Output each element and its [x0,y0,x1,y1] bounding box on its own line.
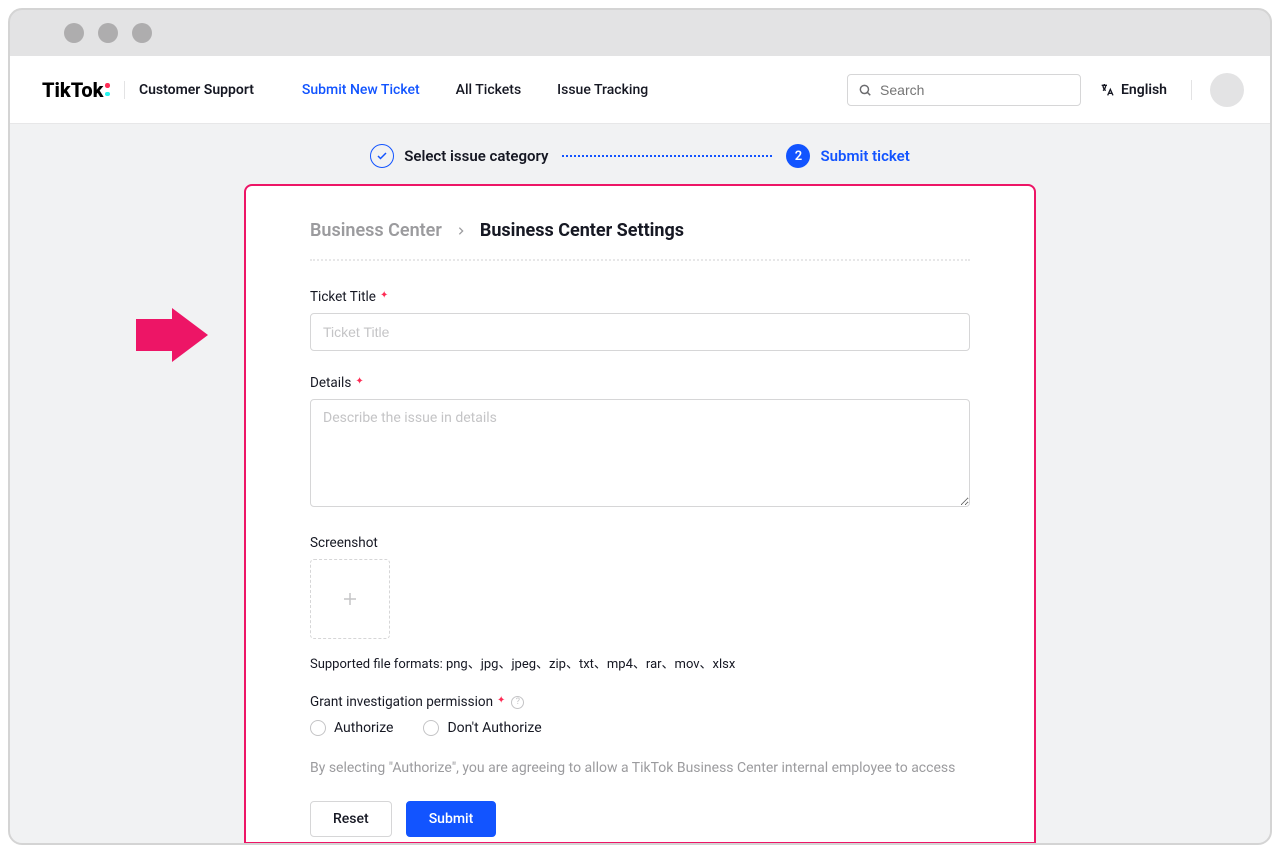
stepper: Select issue category 2 Submit ticket [10,124,1270,184]
radio-icon [310,720,326,736]
search-icon [858,83,872,97]
nav-subtitle: Customer Support [139,82,254,98]
step-1: Select issue category [370,144,548,168]
window-titlebar [10,10,1270,56]
ticket-form-panel: Business Center Business Center Settings… [244,184,1036,843]
nav-links: Submit New Ticket All Tickets Issue Trac… [302,82,648,98]
chevron-right-icon [456,221,466,240]
breadcrumb: Business Center Business Center Settings [310,220,970,261]
details-textarea[interactable] [310,399,970,507]
details-group: Details ✦ [310,375,970,511]
language-selector[interactable]: English [1099,82,1167,98]
required-icon: ✦ [355,376,363,387]
ticket-title-group: Ticket Title ✦ [310,289,970,351]
avatar[interactable] [1210,73,1244,107]
supported-formats-text: Supported file formats: png、jpg、jpeg、zip… [310,653,970,672]
top-navigation: TikTok Customer Support Submit New Ticke… [10,56,1270,124]
breadcrumb-current: Business Center Settings [480,220,684,241]
ticket-title-label: Ticket Title ✦ [310,289,970,305]
content-area: Select issue category 2 Submit ticket Bu… [10,124,1270,843]
submit-button[interactable]: Submit [406,801,497,837]
radio-icon [423,720,439,736]
ticket-title-input[interactable] [310,313,970,351]
screenshot-group: Screenshot Supported file formats: png、j… [310,535,970,672]
browser-window-frame: TikTok Customer Support Submit New Ticke… [8,8,1272,845]
radio-dont-authorize[interactable]: Don't Authorize [423,720,541,736]
search-box[interactable] [847,74,1081,106]
radio-authorize[interactable]: Authorize [310,720,393,736]
language-label: English [1121,82,1167,98]
nav-divider [124,81,125,99]
logo-colon-icon [105,83,110,96]
permission-info-text: By selecting "Authorize", you are agreei… [310,758,970,779]
stepper-connector [562,155,772,157]
window-minimize-dot[interactable] [98,23,118,43]
screenshot-label: Screenshot [310,535,970,551]
reset-button[interactable]: Reset [310,801,392,837]
logo-text: TikTok [42,78,103,102]
search-input[interactable] [880,82,1070,98]
nav-link-submit-new-ticket[interactable]: Submit New Ticket [302,82,420,98]
nav-right-group: English [847,73,1244,107]
step-1-label: Select issue category [404,147,548,165]
step-2: 2 Submit ticket [786,144,909,168]
lang-divider [1191,80,1192,100]
panel-wrap: Business Center Business Center Settings… [244,184,1036,843]
window-close-dot[interactable] [64,23,84,43]
permission-label: Grant investigation permission ✦ ? [310,694,970,710]
required-icon: ✦ [380,290,388,301]
details-label: Details ✦ [310,375,970,391]
highlight-arrow-icon [136,308,208,366]
upload-button[interactable] [310,559,390,639]
help-icon[interactable]: ? [511,696,524,709]
step-2-number: 2 [786,144,810,168]
translate-icon [1099,82,1115,98]
step-2-label: Submit ticket [820,147,909,165]
permission-radio-row: Authorize Don't Authorize [310,720,970,736]
permission-group: Grant investigation permission ✦ ? Autho… [310,694,970,736]
nav-link-all-tickets[interactable]: All Tickets [456,82,522,98]
tiktok-logo: TikTok [42,78,110,102]
required-icon: ✦ [497,695,505,706]
breadcrumb-prev[interactable]: Business Center [310,220,442,241]
form-actions: Reset Submit [310,801,970,837]
plus-icon [341,590,359,608]
check-icon [370,144,394,168]
nav-link-issue-tracking[interactable]: Issue Tracking [557,82,648,98]
window-maximize-dot[interactable] [132,23,152,43]
